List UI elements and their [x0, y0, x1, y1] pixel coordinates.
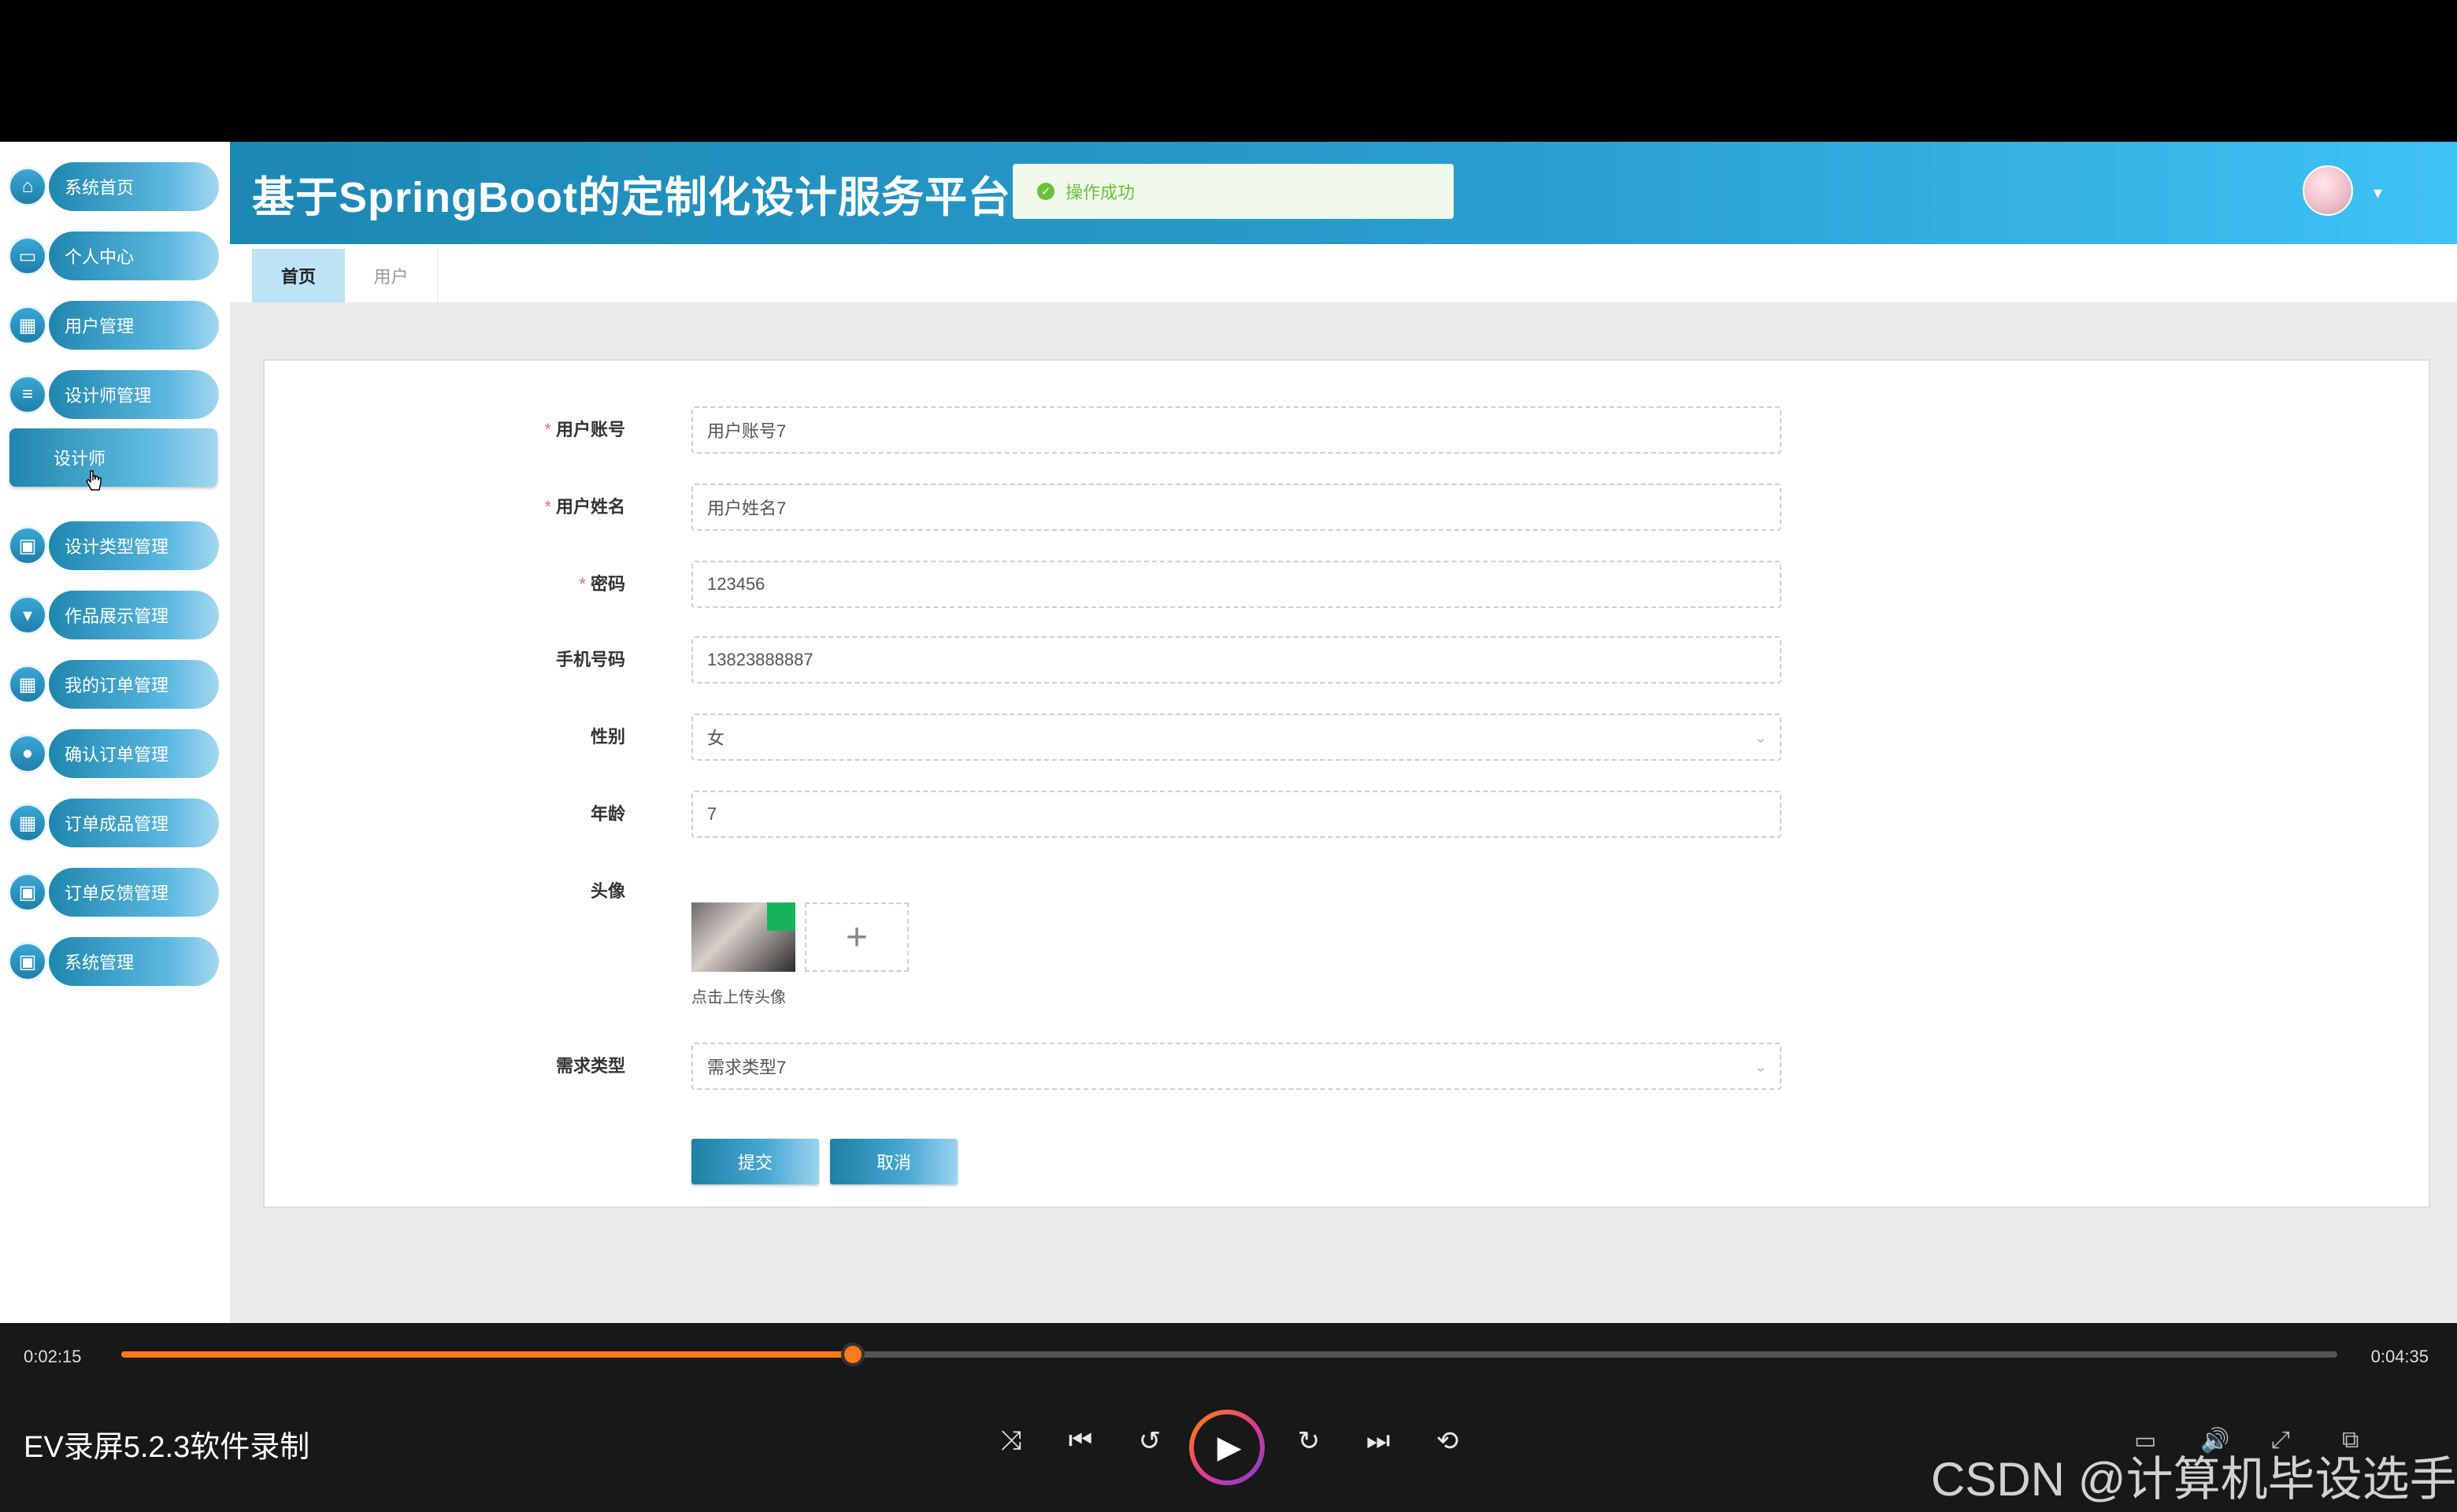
window-icon: ▭: [8, 236, 47, 276]
sidebar-item-label: 我的订单管理: [49, 660, 219, 709]
grid-icon: ▦: [8, 306, 47, 345]
grid-icon: ▦: [8, 803, 47, 843]
demand-type-select[interactable]: 需求类型7 ⌄: [691, 1043, 1781, 1090]
clipboard-icon: ▣: [8, 873, 47, 912]
cancel-button[interactable]: 取消: [830, 1139, 958, 1184]
gender-label: 性别: [590, 727, 625, 747]
sidebar-item-label: 设计类型管理: [49, 521, 219, 570]
gender-select-value: 女: [707, 728, 725, 748]
submit-button[interactable]: 提交: [691, 1139, 819, 1184]
name-label: * 用户姓名: [544, 497, 625, 517]
sidebar-item-users[interactable]: ▦ 用户管理: [8, 301, 219, 350]
caret-down-icon[interactable]: ▾: [2374, 183, 2382, 203]
shuffle-icon[interactable]: ⤨: [994, 1425, 1028, 1456]
current-time: 0:02:15: [24, 1347, 82, 1366]
sidebar-item-designers[interactable]: ≡ 设计师管理: [8, 370, 219, 419]
sidebar-item-order-feedback[interactable]: ▣ 订单反馈管理: [8, 868, 219, 917]
home-icon: ⌂: [8, 167, 47, 206]
sidebar-subitem-designer[interactable]: 设计师: [9, 428, 217, 487]
user-form-card: * 用户账号 用户账号7 * 用户姓名 用户姓名7 * 密码 123456 手机号码 …: [263, 359, 2430, 1208]
next-icon[interactable]: ⏭: [1361, 1425, 1395, 1456]
sidebar-item-home[interactable]: ⌂ 系统首页: [8, 162, 219, 211]
play-button[interactable]: ▶: [1189, 1410, 1265, 1485]
sidebar-item-system[interactable]: ▣ 系统管理: [8, 937, 219, 986]
avatar-label: 头像: [590, 881, 625, 901]
name-input[interactable]: 用户姓名7: [691, 484, 1781, 531]
chevron-down-icon: ⌄: [1754, 1058, 1767, 1076]
avatar-preview-image[interactable]: [691, 902, 795, 972]
tab-home[interactable]: 首页: [252, 249, 345, 302]
hand-cursor-icon: [86, 470, 102, 491]
sidebar-item-label: 用户管理: [49, 301, 219, 350]
sidebar-item-label: 订单反馈管理: [49, 868, 219, 917]
sidebar-item-label: 个人中心: [49, 232, 219, 280]
video-player-bar: 0:02:15 0:04:35 EV录屏5.2.3软件录制 ⤨ ⏮ ↺ ▶ ↻ …: [0, 1323, 2457, 1512]
video-letterbox-top: [0, 0, 2457, 142]
app-title: 基于SpringBoot的定制化设计服务平台: [252, 174, 1011, 221]
seek-bar[interactable]: [121, 1343, 2337, 1366]
grid-icon: ▦: [8, 665, 47, 704]
sidebar-item-design-types[interactable]: ▣ 设计类型管理: [8, 521, 219, 570]
phone-label: 手机号码: [555, 650, 625, 669]
tab-bar: 首页 用户: [230, 244, 2457, 302]
seek-bar-progress: [121, 1351, 853, 1358]
upload-hint: 点击上传头像: [691, 989, 786, 1006]
phone-input[interactable]: 13823888887: [691, 636, 1781, 684]
tab-user[interactable]: 用户: [345, 249, 438, 302]
sidebar-item-works[interactable]: ▾ 作品展示管理: [8, 591, 219, 639]
chevron-down-icon: ⌄: [1754, 729, 1767, 747]
rewind-10-icon[interactable]: ↺: [1132, 1425, 1167, 1457]
top-header: 基于SpringBoot的定制化设计服务平台 ✓ 操作成功 ▾: [230, 142, 2457, 244]
sidebar-item-label: 确认订单管理: [49, 729, 219, 778]
account-input[interactable]: 用户账号7: [691, 406, 1781, 454]
sidebar-item-profile[interactable]: ▭ 个人中心: [8, 232, 219, 280]
age-input[interactable]: 7: [691, 791, 1781, 838]
watermark: CSDN @计算机毕设选手: [1931, 1453, 2457, 1506]
sidebar-item-label: 系统管理: [49, 937, 219, 986]
password-label: * 密码: [579, 574, 625, 594]
demand-type-value: 需求类型7: [707, 1058, 787, 1077]
clipboard-icon: ▣: [8, 526, 47, 565]
sidebar-item-my-orders[interactable]: ▦ 我的订单管理: [8, 660, 219, 709]
forward-30-icon[interactable]: ↻: [1292, 1425, 1326, 1457]
sidebar-item-confirm-orders[interactable]: ● 确认订单管理: [8, 729, 219, 778]
sidebar-item-label: 设计师管理: [49, 370, 219, 419]
demand-type-label: 需求类型: [555, 1056, 625, 1076]
toast-message: 操作成功: [1065, 183, 1136, 202]
previous-icon[interactable]: ⏮: [1063, 1425, 1098, 1456]
play-icon: ▶: [1194, 1414, 1260, 1480]
sidebar-item-label: 订单成品管理: [49, 799, 219, 847]
sidebar-item-finished-orders[interactable]: ▦ 订单成品管理: [8, 799, 219, 847]
clipboard-icon: ▣: [8, 942, 47, 981]
list-icon: ≡: [8, 375, 47, 414]
app-window: ⌂ 系统首页 ▭ 个人中心 ▦ 用户管理 ≡ 设计师管理 设计师 ▣ 设计类型管…: [0, 142, 2457, 1323]
recorder-label: EV录屏5.2.3软件录制: [24, 1431, 310, 1464]
success-toast: ✓ 操作成功: [1013, 164, 1454, 219]
total-time: 0:04:35: [2370, 1347, 2429, 1366]
gender-select[interactable]: 女 ⌄: [691, 713, 1781, 761]
avatar[interactable]: [2303, 165, 2353, 216]
sidebar: ⌂ 系统首页 ▭ 个人中心 ▦ 用户管理 ≡ 设计师管理 设计师 ▣ 设计类型管…: [0, 142, 230, 1323]
password-input[interactable]: 123456: [691, 561, 1781, 608]
repeat-icon[interactable]: ⟲: [1430, 1425, 1465, 1457]
bulb-icon: ●: [8, 734, 47, 773]
check-circle-icon: ✓: [1037, 183, 1054, 200]
account-label: * 用户账号: [544, 420, 625, 439]
brush-icon: ▾: [8, 595, 47, 635]
sidebar-item-label: 作品展示管理: [49, 591, 219, 639]
sidebar-item-label: 系统首页: [49, 162, 219, 211]
seek-handle[interactable]: [840, 1343, 865, 1366]
age-label: 年龄: [590, 804, 625, 824]
upload-avatar-button[interactable]: +: [805, 902, 909, 972]
